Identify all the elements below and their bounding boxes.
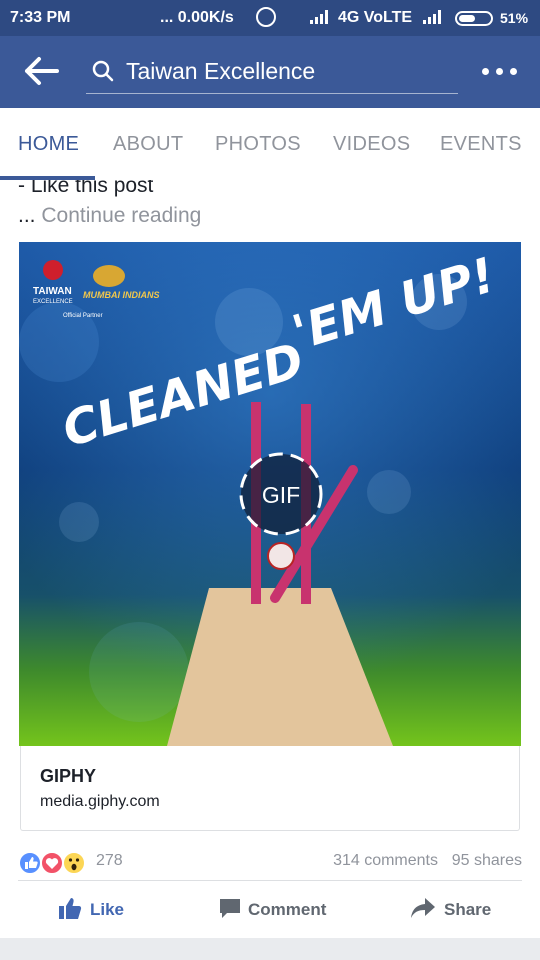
network-type: 4G VoLTE <box>338 9 413 26</box>
reaction-icons <box>18 851 86 875</box>
battery-level <box>459 15 475 22</box>
mumbai-indians-logo-icon <box>93 265 125 287</box>
taiwan-excellence-logo-icon <box>43 260 63 280</box>
signal-strength-icon <box>423 10 441 24</box>
tab-home[interactable]: HOME <box>18 133 79 156</box>
brand-line-1: TAIWAN <box>33 286 72 297</box>
page-tabs: HOME ABOUT PHOTOS VIDEOS EVENTS <box>0 108 540 180</box>
search-text: Taiwan Excellence <box>126 58 316 84</box>
app-bar: Taiwan Excellence <box>0 36 540 108</box>
search-field[interactable]: Taiwan Excellence <box>86 50 458 94</box>
back-arrow-icon[interactable] <box>24 56 60 86</box>
share-count[interactable]: 95 shares <box>452 852 522 870</box>
gif-media[interactable]: GIF CLEANED 'EM UP! TAIWAN EXCELLENCE MU… <box>19 242 521 746</box>
like-icon <box>18 851 42 875</box>
comment-label: Comment <box>248 900 327 919</box>
ellipsis: ... <box>18 204 36 227</box>
battery-percent: 51% <box>500 10 529 26</box>
divider <box>18 880 522 881</box>
search-icon <box>92 60 114 82</box>
reaction-count: 278 <box>96 852 123 869</box>
link-domain: media.giphy.com <box>40 793 160 810</box>
status-time: 7:33 PM <box>10 9 71 26</box>
link-preview-card[interactable]: GIPHY media.giphy.com <box>20 746 520 831</box>
tab-videos[interactable]: VIDEOS <box>333 133 410 156</box>
tab-events[interactable]: EVENTS <box>440 133 522 156</box>
partner-note: Official Partner <box>63 313 103 319</box>
thumbs-up-icon <box>59 898 82 919</box>
gif-artwork: GIF CLEANED 'EM UP! TAIWAN EXCELLENCE MU… <box>19 242 521 746</box>
brand-line-2: EXCELLENCE <box>33 299 73 305</box>
reactions-summary[interactable]: 278 314 comments 95 shares <box>18 850 522 876</box>
comment-count[interactable]: 314 comments <box>333 852 438 870</box>
share-arrow-icon <box>411 898 435 918</box>
post: - Like this post ... Continue reading GI… <box>0 180 540 938</box>
love-icon <box>40 851 64 875</box>
status-bar: 7:33 PM ... 0.00K/s 4G VoLTE 51% <box>0 0 540 36</box>
battery-icon <box>455 11 493 26</box>
more-icon[interactable] <box>482 68 518 76</box>
gif-badge: GIF <box>262 482 300 508</box>
share-label: Share <box>444 900 492 919</box>
wow-icon <box>62 851 86 875</box>
like-label: Like <box>90 900 125 919</box>
continue-reading-label: Continue reading <box>41 204 202 227</box>
tab-photos[interactable]: PHOTOS <box>215 133 301 156</box>
signal-strength-icon <box>310 10 328 24</box>
tab-about[interactable]: ABOUT <box>113 133 183 156</box>
continue-reading-link[interactable]: ... Continue reading <box>18 204 201 228</box>
comment-icon <box>220 899 240 918</box>
team-logo-text: MUMBAI INDIANS <box>83 290 160 300</box>
post-text: - Like this post <box>18 180 154 197</box>
alarm-icon <box>256 7 276 27</box>
network-speed: ... 0.00K/s <box>160 9 234 26</box>
link-title: GIPHY <box>40 766 97 786</box>
